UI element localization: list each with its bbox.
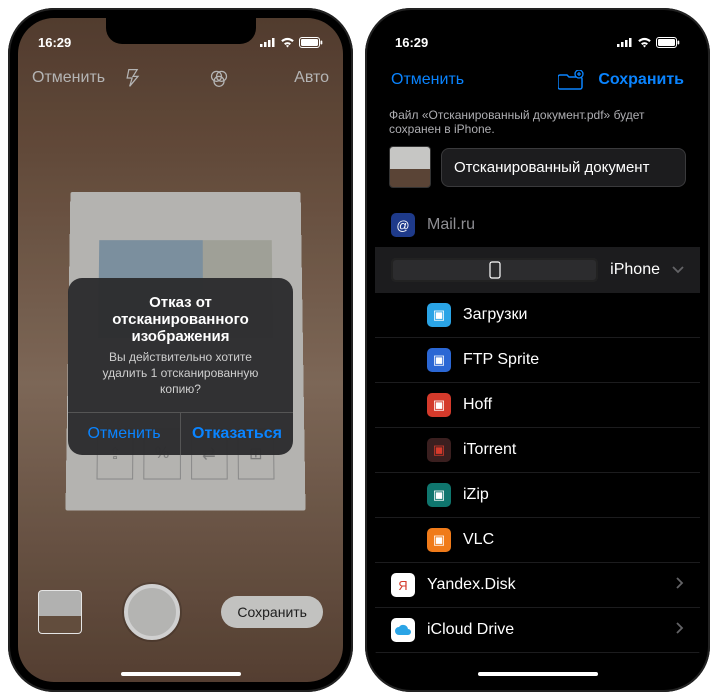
screen: 16:29 ⇪%⇄⊞ Отменить Авто bbox=[18, 18, 343, 682]
alert-message: Вы действительно хотите удалить 1 отскан… bbox=[68, 349, 293, 412]
filename-input[interactable] bbox=[441, 148, 686, 187]
save-info: Файл «Отсканированный документ.pdf» буде… bbox=[389, 108, 686, 188]
phone-frame-left: 16:29 ⇪%⇄⊞ Отменить Авто bbox=[8, 8, 353, 692]
save-button[interactable]: Сохранить bbox=[598, 71, 684, 89]
save-info-text: Файл «Отсканированный документ.pdf» буде… bbox=[389, 108, 686, 136]
folder-label: FTP Sprite bbox=[463, 351, 539, 369]
folder-label: iZip bbox=[463, 486, 489, 504]
chevron-right-icon bbox=[676, 576, 684, 594]
battery-icon bbox=[299, 37, 323, 48]
folder-icon: ▣ bbox=[427, 393, 451, 417]
notch bbox=[106, 18, 256, 44]
cancel-button[interactable]: Отменить bbox=[391, 71, 464, 89]
location-icloud[interactable]: iCloud Drive bbox=[375, 608, 700, 653]
mail-icon: @ bbox=[391, 213, 415, 237]
folder-label: Hoff bbox=[463, 396, 492, 414]
folder-row[interactable]: ▣ Загрузки bbox=[375, 293, 700, 338]
location-label: Yandex.Disk bbox=[427, 576, 516, 594]
location-label: iPhone bbox=[610, 261, 660, 279]
folder-row[interactable]: ▣ Hoff bbox=[375, 383, 700, 428]
folder-icon: ▣ bbox=[427, 483, 451, 507]
iphone-icon bbox=[391, 258, 598, 282]
status-time: 16:29 bbox=[395, 35, 428, 50]
discard-alert: Отказ от отсканированного изображения Вы… bbox=[68, 278, 293, 455]
home-indicator[interactable] bbox=[121, 672, 241, 676]
signal-icon bbox=[617, 37, 633, 47]
status-indicators bbox=[260, 37, 323, 48]
folder-row[interactable]: ▣ FTP Sprite bbox=[375, 338, 700, 383]
folder-label: Загрузки bbox=[463, 306, 527, 324]
alert-cancel-button[interactable]: Отменить bbox=[68, 413, 180, 455]
document-thumbnail bbox=[389, 146, 431, 188]
alert-discard-button[interactable]: Отказаться bbox=[180, 413, 293, 455]
phone-frame-right: 16:29 Отменить Сохранить Файл «Отсканиро… bbox=[365, 8, 710, 692]
signal-icon bbox=[260, 37, 276, 47]
folder-row[interactable]: ▣ iZip bbox=[375, 473, 700, 518]
alert-title: Отказ от отсканированного изображения bbox=[68, 278, 293, 349]
folder-icon: ▣ bbox=[427, 528, 451, 552]
status-indicators bbox=[617, 37, 680, 48]
battery-icon bbox=[656, 37, 680, 48]
screen: 16:29 Отменить Сохранить Файл «Отсканиро… bbox=[375, 18, 700, 682]
chevron-down-icon bbox=[672, 261, 684, 279]
location-mail[interactable]: @ Mail.ru bbox=[375, 203, 700, 248]
folder-icon: ▣ bbox=[427, 303, 451, 327]
folder-icon: ▣ bbox=[427, 348, 451, 372]
folder-row[interactable]: ▣ iTorrent bbox=[375, 428, 700, 473]
location-iphone[interactable]: iPhone bbox=[375, 248, 700, 293]
wifi-icon bbox=[637, 37, 652, 48]
notch bbox=[463, 18, 613, 44]
location-yandex[interactable]: Я Yandex.Disk bbox=[375, 563, 700, 608]
status-time: 16:29 bbox=[38, 35, 71, 50]
yandex-icon: Я bbox=[391, 573, 415, 597]
files-nav-bar: Отменить Сохранить bbox=[375, 58, 700, 102]
locations-list[interactable]: @ Mail.ru iPhone ▣ Загрузки ▣ FTP Sprite bbox=[375, 203, 700, 682]
location-label: iCloud Drive bbox=[427, 621, 514, 639]
wifi-icon bbox=[280, 37, 295, 48]
chevron-right-icon bbox=[676, 621, 684, 639]
location-label: Mail.ru bbox=[427, 216, 475, 234]
folder-icon: ▣ bbox=[427, 438, 451, 462]
icloud-icon bbox=[391, 618, 415, 642]
home-indicator[interactable] bbox=[478, 672, 598, 676]
new-folder-icon[interactable] bbox=[558, 70, 584, 90]
folder-row[interactable]: ▣ VLC bbox=[375, 518, 700, 563]
folder-label: iTorrent bbox=[463, 441, 516, 459]
folder-label: VLC bbox=[463, 531, 494, 549]
